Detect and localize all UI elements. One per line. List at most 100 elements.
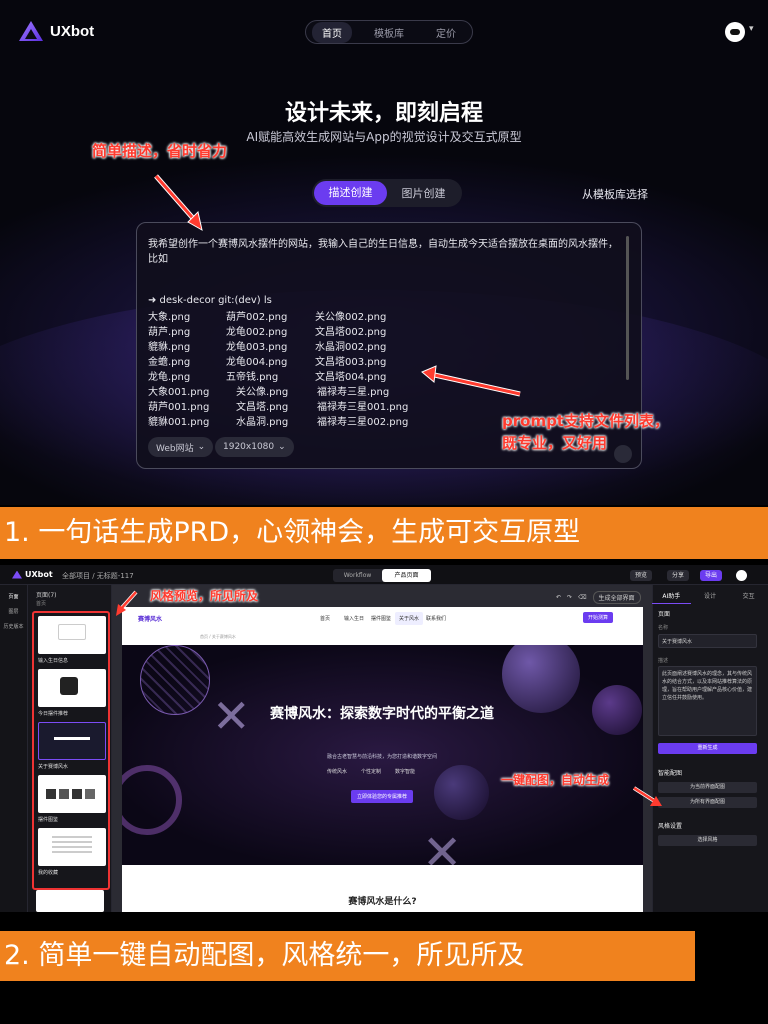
nav-templates[interactable]: 模板库 <box>364 22 414 43</box>
page-thumbnail[interactable] <box>38 669 106 707</box>
site-nav-item[interactable]: 联系我们 <box>426 615 446 622</box>
nav-pricing[interactable]: 定价 <box>426 22 466 43</box>
file-name: 水晶洞002.png <box>315 342 387 353</box>
arrow-icon <box>632 786 662 806</box>
image-current-button[interactable]: 为当前界面配图 <box>658 782 757 793</box>
logo-text: UXbot <box>50 22 95 40</box>
right-panel-tabs: AI助手 设计 交互 <box>652 588 768 604</box>
logo-icon <box>12 570 22 579</box>
description-label: 描述 <box>658 658 669 664</box>
file-name: 葫芦002.png <box>226 312 288 323</box>
template-link[interactable]: 从模板库选择 <box>582 186 648 202</box>
share-button[interactable]: 分享 <box>667 570 690 581</box>
file-name: 关公像.png <box>236 387 289 398</box>
scrollbar[interactable] <box>626 236 629 380</box>
decor-sphere <box>592 685 642 735</box>
preview-button[interactable]: 预览 <box>630 570 653 581</box>
name-field[interactable]: 关于赛博风水 <box>658 634 757 648</box>
file-name: 水晶洞.png <box>236 417 289 428</box>
page-thumbnail[interactable] <box>36 890 104 912</box>
sidebar-item-layers[interactable]: 图层 <box>0 608 27 615</box>
avatar[interactable] <box>725 22 745 42</box>
file-name: 葫芦001.png <box>148 402 210 413</box>
arrow-icon <box>116 590 138 616</box>
tab-product-pages[interactable]: 产品页面 <box>382 569 431 582</box>
regenerate-button[interactable]: 重新生成 <box>658 743 757 754</box>
style-settings-title: 风格设置 <box>658 823 683 830</box>
site-hero-subtitle: 融合古老智慧与前沿科技，为您打造和谐数字空间 <box>326 754 437 760</box>
decor-sphere <box>140 645 210 715</box>
editor-logo[interactable]: UXbot <box>12 570 53 579</box>
editor-sidebar: 页面 图层 历史版本 <box>0 585 28 912</box>
tab-workflow[interactable]: Workflow <box>333 569 382 582</box>
file-name: 文昌塔.png <box>236 402 289 413</box>
sidebar-item-pages[interactable]: 页面 <box>0 593 27 600</box>
thumbnail-label: 输入生日信息 <box>38 658 69 664</box>
tab-interaction[interactable]: 交互 <box>729 588 768 604</box>
logo[interactable]: UXbot <box>18 20 94 42</box>
view-toggle: Workflow 产品页面 <box>333 569 431 582</box>
decor-sphere <box>502 645 580 713</box>
undo-icon[interactable]: ↶ <box>556 594 561 601</box>
site-nav-item[interactable]: 摆件图鉴 <box>371 615 391 622</box>
annotation-prompt-line-1: prompt支持文件列表， <box>502 412 669 430</box>
file-name: 大象.png <box>148 312 191 323</box>
thumbnail-label: 今日摆件推荐 <box>38 711 69 717</box>
breadcrumb[interactable]: 全部项目 / 无标题-117 <box>62 571 134 581</box>
section-page: 页面 <box>658 611 671 618</box>
chevron-down-icon[interactable]: ▾ <box>749 24 754 34</box>
page-preview[interactable]: 赛博风水 首页 输入生日 摆件图鉴 关于风水 联系我们 开始测算 首页 / 关于… <box>122 607 643 912</box>
avatar[interactable] <box>736 570 747 581</box>
file-name: 龙龟003.png <box>226 342 288 353</box>
site-hero-button[interactable]: 立即体验您的专属推荐 <box>351 790 414 803</box>
file-name: 大象001.png <box>148 387 210 398</box>
tab-design[interactable]: 设计 <box>691 588 730 604</box>
page-thumbnail[interactable] <box>38 828 106 866</box>
image-all-button[interactable]: 为所有界面配图 <box>658 797 757 808</box>
size-select-label: 1920x1080 <box>223 442 275 452</box>
file-name: 文昌塔004.png <box>315 372 387 383</box>
hero-panel: UXbot 首页 模板库 定价 ▾ 设计未来，即刻启程 AI赋能高效生成网站与A… <box>0 0 768 505</box>
generate-all-button[interactable]: 生成全部界面 <box>592 591 641 604</box>
main-nav: 首页 模板库 定价 <box>305 20 473 44</box>
file-name: 龙龟.png <box>148 372 191 383</box>
export-button[interactable]: 导出 <box>700 570 723 581</box>
delete-icon[interactable]: ⌫ <box>578 594 586 601</box>
site-hero: ✕ ✕ 赛博风水：探索数字时代的平衡之道 融合古老智慧与前沿科技，为您打造和谐数… <box>122 645 643 865</box>
tab-ai-assistant[interactable]: AI助手 <box>652 588 691 604</box>
thumbnail-label: 摆件图鉴 <box>38 817 59 823</box>
file-name: 福禄寿三星.png <box>317 387 390 398</box>
decor-ring <box>122 765 182 835</box>
prompt-text: 我希望创作一个赛博风水摆件的网站，我输入自己的生日信息，自动生成今天适合摆放在桌… <box>148 239 618 265</box>
tab-describe[interactable]: 描述创建 <box>314 181 387 205</box>
file-name: 龙龟004.png <box>226 357 288 368</box>
page-thumbnail[interactable] <box>38 775 106 813</box>
description-field[interactable]: 此页面阐述赛博风水的理念，其与传统风水的结合方式，以及本网站推荐算法的原理，旨在… <box>658 666 757 736</box>
file-name: 葫芦.png <box>148 327 191 338</box>
site-nav-item[interactable]: 首页 <box>320 615 330 622</box>
arrow-icon <box>421 365 521 397</box>
site-nav-item[interactable]: 输入生日 <box>344 615 364 622</box>
file-name: 关公像002.png <box>315 312 387 323</box>
platform-select[interactable]: Web网站 ⌄ <box>148 437 214 457</box>
file-name: 五帝钱.png <box>226 372 279 383</box>
platform-select-label: Web网站 <box>156 443 194 454</box>
site-section-title: 赛博风水是什么? <box>348 897 417 907</box>
smart-images-title: 智能配图 <box>658 770 683 777</box>
size-select[interactable]: 1920x1080 ⌄ <box>215 437 294 457</box>
tab-image[interactable]: 图片创建 <box>387 185 460 201</box>
page-thumbnail[interactable] <box>38 616 106 654</box>
site-nav-item[interactable]: 关于风水 <box>395 612 424 625</box>
file-name: 福禄寿三星001.png <box>317 402 409 413</box>
feature-item: 数字智能 <box>395 769 416 775</box>
site-cta-button[interactable]: 开始测算 <box>583 612 614 623</box>
page-thumbnail[interactable] <box>38 722 106 760</box>
sidebar-item-history[interactable]: 历史版本 <box>0 623 27 630</box>
site-breadcrumb[interactable]: 首页 / 关于赛博风水 <box>200 634 236 640</box>
choose-style-button[interactable]: 选择风格 <box>658 835 757 846</box>
redo-icon[interactable]: ↷ <box>567 594 572 601</box>
create-mode-tabs: 描述创建 图片创建 <box>312 179 462 207</box>
nav-home[interactable]: 首页 <box>312 21 352 43</box>
annotation-prompt: prompt支持文件列表， 既专业，又好用 <box>502 410 669 454</box>
file-name: 貔貅.png <box>148 342 191 353</box>
